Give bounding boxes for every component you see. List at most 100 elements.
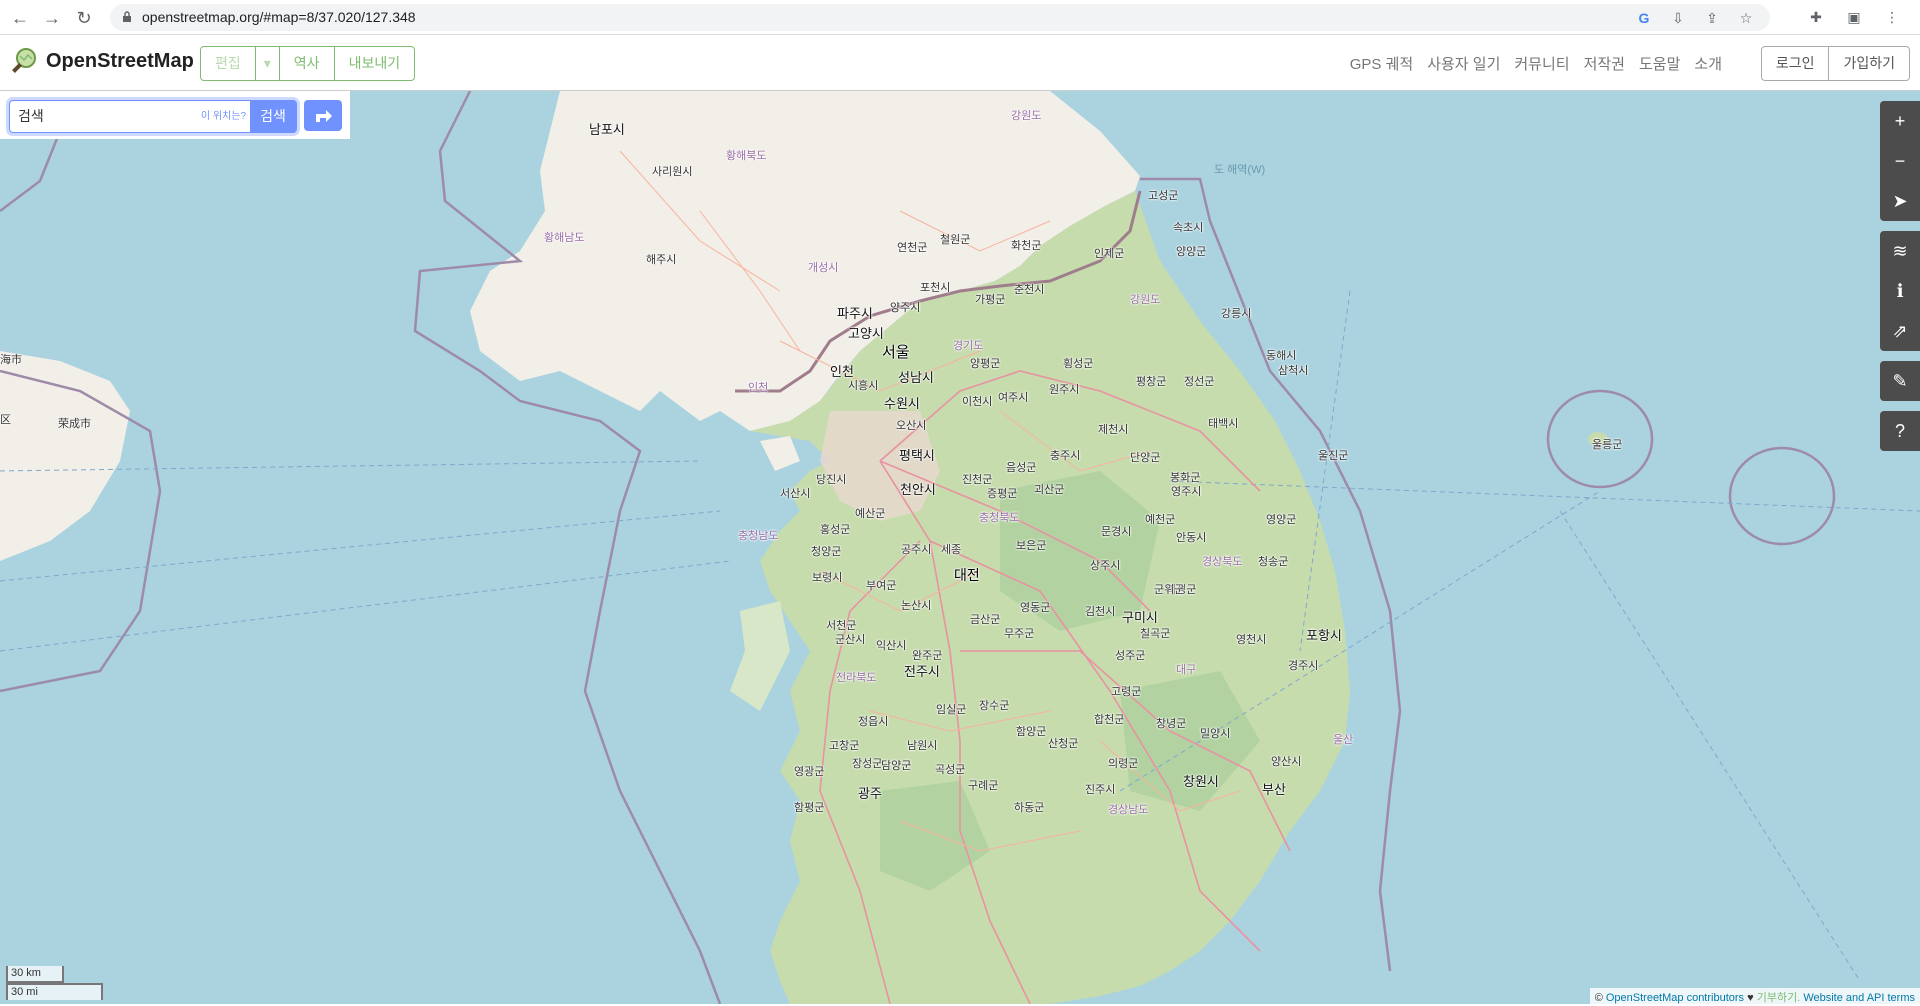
map-label: 김천시 bbox=[1085, 606, 1116, 618]
map-label: 서울 bbox=[882, 344, 910, 361]
donate-link[interactable]: 기부하기. bbox=[1757, 992, 1801, 1004]
extensions-icon[interactable]: ✚ bbox=[1806, 7, 1826, 27]
map-label: 예산군 bbox=[855, 508, 886, 520]
install-icon[interactable]: ⇩ bbox=[1668, 8, 1688, 28]
export-button[interactable]: 내보내기 bbox=[335, 47, 415, 80]
map-label: 양양군 bbox=[1176, 246, 1207, 258]
map-label: 영주시 bbox=[1171, 486, 1202, 498]
map-label: 양평군 bbox=[970, 358, 1001, 370]
logo[interactable]: OpenStreetMap bbox=[10, 47, 194, 75]
search-input[interactable]: 검색 이 위치는? 검색 bbox=[9, 100, 297, 133]
search-placeholder[interactable]: 검색 bbox=[18, 101, 44, 132]
directions-button[interactable] bbox=[304, 100, 342, 131]
map-key-icon[interactable]: ℹ bbox=[1880, 271, 1920, 311]
map-label: 강원도 bbox=[1130, 294, 1161, 306]
map-label: 함양군 bbox=[1016, 726, 1047, 738]
map-canvas[interactable]: 남포시 황해북도 사리원시 강원도 황해남도 해주시 개성시 연천군 철원군 화… bbox=[0, 91, 1920, 1004]
copyright-symbol: © bbox=[1594, 992, 1603, 1004]
map-label: 청송군 bbox=[1258, 556, 1289, 568]
nav-copyright[interactable]: 저작권 bbox=[1584, 53, 1625, 74]
back-icon[interactable]: ← bbox=[10, 8, 30, 28]
map-label: 안동시 bbox=[1176, 532, 1207, 544]
nav-community[interactable]: 커뮤니티 bbox=[1514, 53, 1569, 74]
magnifier-logo-icon bbox=[12, 48, 36, 73]
contributors-link[interactable]: OpenStreetMap contributors bbox=[1606, 992, 1744, 1004]
sidepanel-icon[interactable]: ▣ bbox=[1844, 7, 1864, 27]
query-feature-icon[interactable]: ? bbox=[1880, 411, 1920, 451]
zoom-in-icon[interactable]: + bbox=[1880, 101, 1920, 141]
address-bar[interactable]: openstreetmap.org/#map=8/37.020/127.348 … bbox=[110, 4, 1770, 31]
locate-icon[interactable]: ➤ bbox=[1880, 181, 1920, 221]
where-is-this-link[interactable]: 이 위치는? bbox=[201, 101, 246, 132]
map-label: 합천군 bbox=[1094, 714, 1125, 726]
map-label: 익산시 bbox=[876, 640, 907, 652]
terms-link[interactable]: Website and API terms bbox=[1803, 992, 1915, 1004]
url-text[interactable]: openstreetmap.org/#map=8/37.020/127.348 bbox=[142, 4, 416, 31]
map-label: 증평군 bbox=[987, 488, 1018, 500]
map-label: 화천군 bbox=[1011, 240, 1042, 252]
map-label: 남원시 bbox=[907, 740, 938, 752]
map-label: 강원도 bbox=[1011, 110, 1042, 122]
map-label: 홍성군 bbox=[820, 524, 851, 536]
map-label: 장성군 bbox=[852, 758, 883, 770]
map-label: 황해남도 bbox=[544, 232, 585, 244]
scale-km: 30 km bbox=[6, 966, 64, 983]
scale-mi: 30 mi bbox=[6, 983, 103, 1000]
history-button[interactable]: 역사 bbox=[280, 47, 335, 80]
bookmark-star-icon[interactable]: ☆ bbox=[1736, 8, 1756, 28]
reload-icon[interactable]: ↻ bbox=[74, 8, 94, 28]
map-label: 울산 bbox=[1333, 734, 1354, 746]
share-icon[interactable]: ⇗ bbox=[1880, 311, 1920, 351]
google-icon[interactable]: G bbox=[1634, 8, 1654, 28]
share-icon[interactable]: ⇪ bbox=[1702, 8, 1722, 28]
map-label: 영양군 bbox=[1266, 514, 1297, 526]
zoom-out-icon[interactable]: − bbox=[1880, 141, 1920, 181]
map-label: 원주시 bbox=[1049, 384, 1080, 396]
map-label: 고령군 bbox=[1111, 686, 1142, 698]
taean-peninsula bbox=[730, 601, 790, 711]
map-label: 속초시 bbox=[1173, 222, 1204, 234]
map-label: 임실군 bbox=[936, 704, 967, 716]
map-label: 해주시 bbox=[646, 254, 677, 266]
map-label: 영천시 bbox=[1236, 634, 1267, 646]
map-label: 영동군 bbox=[1020, 602, 1051, 614]
menu-kebab-icon[interactable]: ⋮ bbox=[1882, 7, 1902, 27]
map-label: 도 해역(W) bbox=[1214, 164, 1266, 176]
map-label: 울릉군 bbox=[1592, 439, 1623, 451]
map-label: 서산시 bbox=[780, 488, 811, 500]
login-button[interactable]: 로그인 bbox=[1762, 47, 1830, 80]
map-label: 포천시 bbox=[920, 282, 951, 294]
nav-help[interactable]: 도움말 bbox=[1639, 53, 1680, 74]
map-label: 담양군 bbox=[881, 760, 912, 772]
map-label: 구례군 bbox=[968, 780, 999, 792]
map-label: 가평군 bbox=[975, 294, 1006, 306]
layers-icon[interactable]: ≋ bbox=[1880, 231, 1920, 271]
search-button[interactable]: 검색 bbox=[250, 100, 296, 133]
map-label: 부여군 bbox=[866, 580, 897, 592]
map-label: 울진군 bbox=[1318, 450, 1349, 462]
map-label: 부산 bbox=[1262, 782, 1286, 797]
map-label: 시흥시 bbox=[848, 380, 879, 392]
forward-icon[interactable]: → bbox=[42, 8, 62, 28]
map-label: 대구 bbox=[1176, 664, 1197, 676]
map-label: 밀양시 bbox=[1200, 728, 1231, 740]
directions-icon bbox=[316, 110, 332, 122]
map-label: 천안시 bbox=[900, 482, 936, 497]
map-label: 남포시 bbox=[589, 122, 625, 137]
signup-button[interactable]: 가입하기 bbox=[1829, 47, 1909, 80]
map-label: 군산시 bbox=[835, 634, 866, 646]
map-label: 강릉시 bbox=[1221, 308, 1252, 320]
edit-button[interactable]: 편집 bbox=[201, 47, 256, 80]
map-label: 금산군 bbox=[970, 614, 1001, 626]
add-note-icon[interactable]: ✎ bbox=[1880, 361, 1920, 401]
map-label: 춘천시 bbox=[1014, 284, 1045, 296]
nav-about[interactable]: 소개 bbox=[1694, 53, 1722, 74]
nav-gps-traces[interactable]: GPS 궤적 bbox=[1350, 53, 1413, 74]
map-label: 함평군 bbox=[794, 802, 825, 814]
map-label: 경기도 bbox=[953, 340, 984, 352]
brand-name: OpenStreetMap bbox=[46, 49, 194, 72]
map-label: 구미시 bbox=[1122, 610, 1158, 625]
shandong-land bbox=[0, 351, 130, 561]
edit-dropdown-icon[interactable]: ▾ bbox=[256, 47, 280, 80]
nav-user-diaries[interactable]: 사용자 일기 bbox=[1427, 53, 1500, 74]
